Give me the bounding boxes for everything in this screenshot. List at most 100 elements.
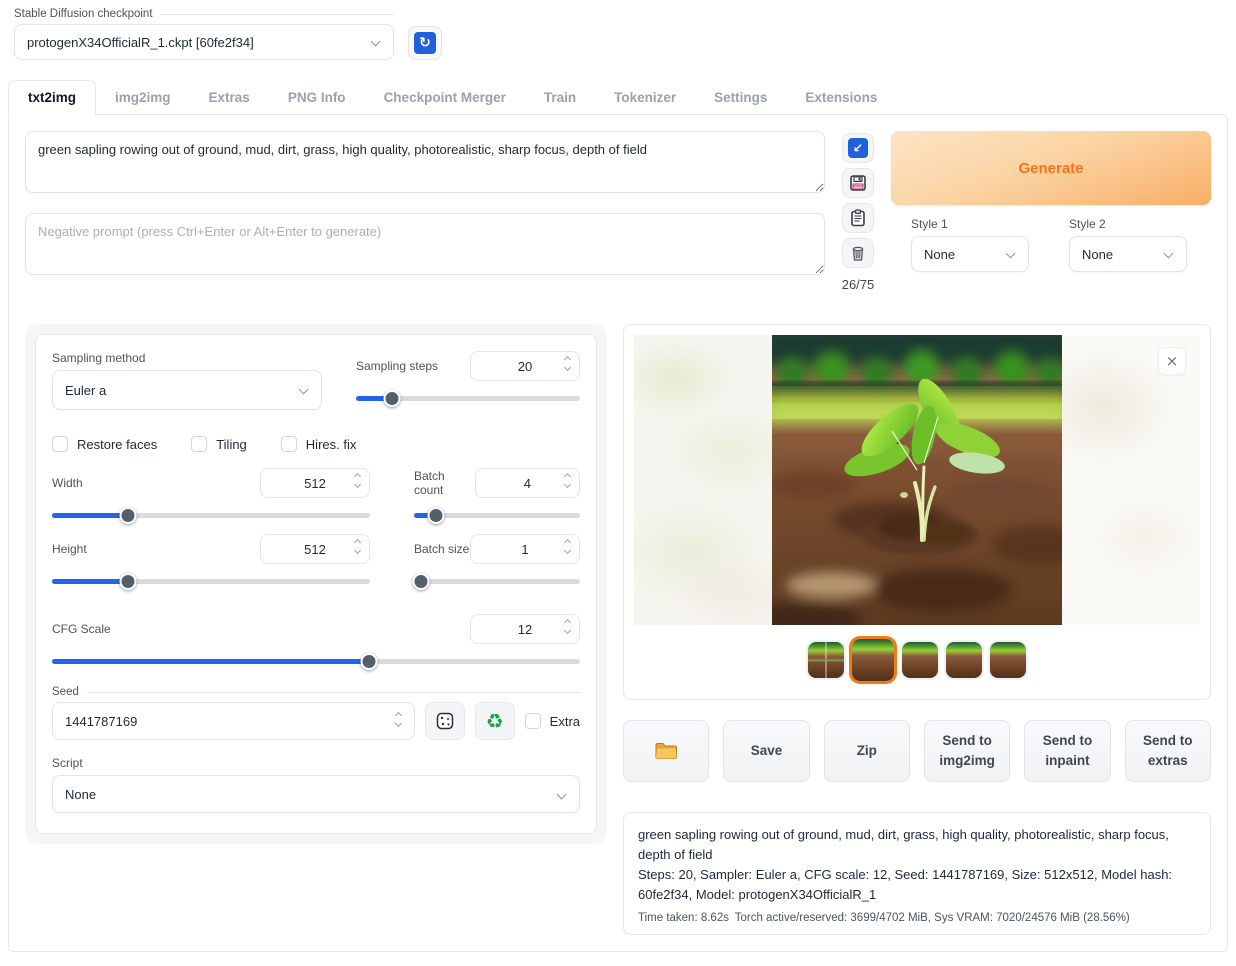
width-slider[interactable] [52,506,370,524]
gallery-fade-left [634,335,772,625]
height-label: Height [52,542,87,556]
hires-fix-label: Hires. fix [306,437,357,452]
send-to-img2img-button[interactable]: Send to img2img [924,720,1010,782]
paste-params-button[interactable]: ↙ [842,133,874,163]
close-icon[interactable]: × [1158,347,1186,375]
tab-tokenizer[interactable]: Tokenizer [595,81,695,114]
prompt-input[interactable]: green sapling rowing out of ground, mud,… [25,131,825,193]
thumbnail[interactable] [946,642,982,678]
spinner-arrows-icon[interactable] [565,357,570,370]
txt2img-panel: green sapling rowing out of ground, mud,… [8,114,1228,952]
checkpoint-dropdown[interactable]: protogenX34OfficialR_1.ckpt [60fe2f34] [14,24,394,60]
sampling-steps-slider[interactable] [356,389,580,407]
width-label: Width [52,476,83,490]
generated-image[interactable] [772,335,1062,625]
thumbnail[interactable] [990,642,1026,678]
tab-checkpoint-merger[interactable]: Checkpoint Merger [365,81,525,114]
tiling-label: Tiling [216,437,247,452]
refresh-icon: ↻ [414,32,436,54]
save-style-button[interactable] [842,168,874,198]
chevron-down-icon [1164,249,1174,259]
gallery-actions: Save Zip Send to img2img Send to inpaint… [623,720,1211,782]
batch-size-slider[interactable] [414,572,580,590]
tab-train[interactable]: Train [525,81,595,114]
send-to-inpaint-button[interactable]: Send to inpaint [1024,720,1110,782]
clipboard-icon [849,209,867,227]
sampling-steps-label: Sampling steps [356,359,438,373]
clear-prompt-button[interactable] [842,238,874,268]
refresh-checkpoints-button[interactable]: ↻ [408,26,442,60]
save-button[interactable]: Save [723,720,809,782]
sampling-method-dropdown[interactable]: Euler a [52,370,322,410]
paste-arrow-icon: ↙ [848,138,868,158]
style1-dropdown[interactable]: None [911,236,1029,272]
spinner-arrows-icon[interactable] [355,540,360,553]
checkbox-icon [52,436,68,452]
open-folder-button[interactable] [623,720,709,782]
sampling-method-value: Euler a [65,383,106,398]
tiling-checkbox[interactable]: Tiling [191,436,247,452]
cfg-scale-input[interactable]: 12 [470,614,580,644]
script-value: None [65,787,96,802]
thumbnail-selected[interactable] [852,639,894,681]
batch-size-input[interactable]: 1 [470,534,580,564]
floppy-icon [849,174,867,192]
seed-value: 1441787169 [65,714,137,729]
apply-style-button[interactable] [842,203,874,233]
thumbnail-strip [634,639,1200,681]
width-input[interactable]: 512 [260,468,370,498]
thumbnail[interactable] [902,642,938,678]
sampling-steps-input[interactable]: 20 [470,351,580,381]
thumbnail-grid[interactable] [808,642,844,678]
seed-input[interactable]: 1441787169 [52,702,415,740]
batch-count-slider[interactable] [414,506,580,524]
tab-png-info[interactable]: PNG Info [269,81,365,114]
height-input[interactable]: 512 [260,534,370,564]
spinner-arrows-icon[interactable] [565,620,570,633]
batch-count-input[interactable]: 4 [475,468,580,498]
cfg-scale-value: 12 [518,622,532,637]
height-slider[interactable] [52,572,370,590]
checkbox-icon [525,713,541,729]
batch-count-label: Batch count [414,469,475,497]
spinner-arrows-icon[interactable] [355,474,360,487]
spinner-arrows-icon[interactable] [565,474,570,487]
send-to-extras-button[interactable]: Send to extras [1125,720,1211,782]
tab-settings[interactable]: Settings [695,81,786,114]
extra-label: Extra [550,714,580,729]
sampling-steps-value: 20 [518,359,532,374]
spinner-arrows-icon[interactable] [565,540,570,553]
tab-extensions[interactable]: Extensions [786,81,896,114]
batch-size-value: 1 [521,542,528,557]
recycle-icon: ♻ [486,711,504,731]
checkpoint-bar: Stable Diffusion checkpoint protogenX34O… [0,0,1236,66]
settings-panel: Sampling method Euler a Sampling steps 2… [25,324,607,844]
spinner-arrows-icon[interactable] [396,713,401,726]
token-counter: 26/75 [842,277,875,292]
restore-faces-label: Restore faces [77,437,157,452]
batch-size-label: Batch size [414,542,469,556]
style2-dropdown[interactable]: None [1069,236,1187,272]
tab-extras[interactable]: Extras [190,81,269,114]
script-dropdown[interactable]: None [52,775,580,813]
hires-fix-checkbox[interactable]: Hires. fix [281,436,357,452]
negative-prompt-input[interactable] [25,213,825,275]
result-gallery: × [623,324,1211,700]
tab-img2img[interactable]: img2img [96,81,190,114]
zip-button[interactable]: Zip [824,720,910,782]
cfg-scale-slider[interactable] [52,652,580,670]
info-performance-text: Time taken: 8.62s Torch active/reserved:… [638,912,1196,924]
style2-value: None [1082,247,1113,262]
random-seed-button[interactable] [425,702,465,740]
info-prompt-text: green sapling rowing out of ground, mud,… [638,825,1196,865]
style1-value: None [924,247,955,262]
height-value: 512 [304,542,326,557]
extra-seed-checkbox[interactable]: Extra [525,713,580,729]
tab-txt2img[interactable]: txt2img [8,80,96,115]
restore-faces-checkbox[interactable]: Restore faces [52,436,157,452]
checkbox-icon [191,436,207,452]
reuse-seed-button[interactable]: ♻ [475,702,515,740]
style1-label: Style 1 [911,217,1029,231]
generate-button[interactable]: Generate [891,131,1211,205]
dice-icon [435,711,455,731]
